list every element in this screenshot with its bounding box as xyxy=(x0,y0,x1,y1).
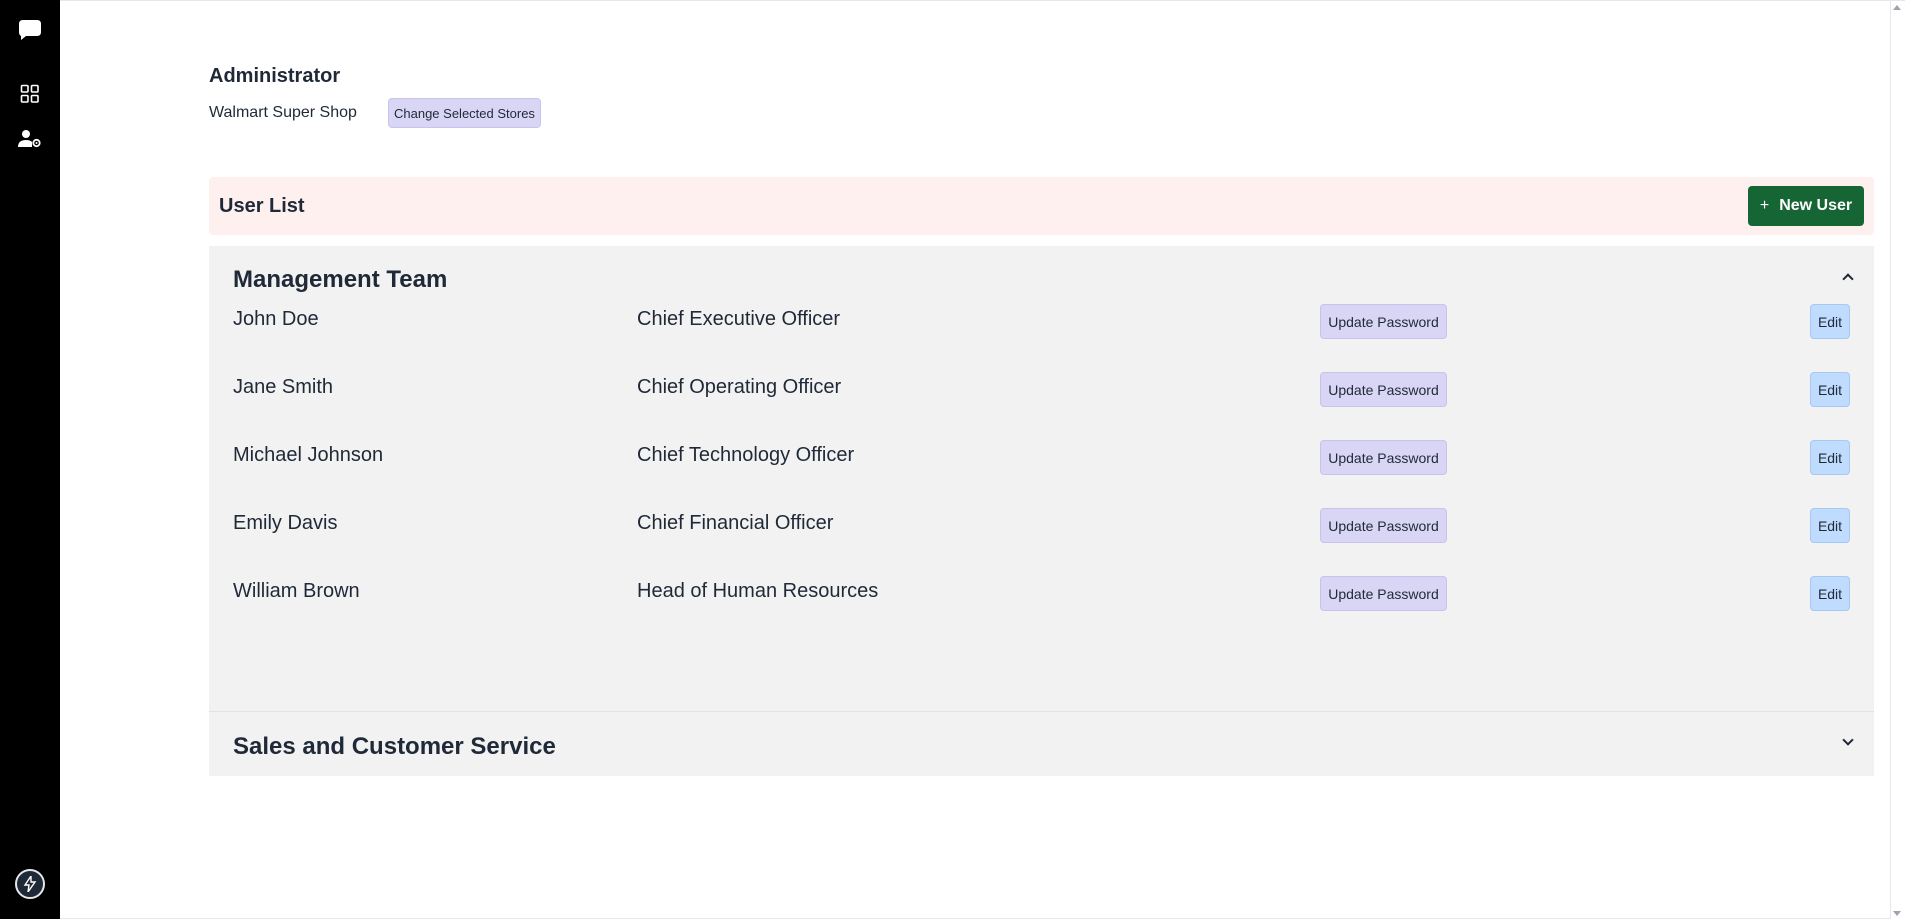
change-selected-stores-button[interactable]: Change Selected Stores xyxy=(388,98,541,128)
update-password-button[interactable]: Update Password xyxy=(1320,508,1447,543)
edit-button[interactable]: Edit xyxy=(1810,372,1850,407)
user-role: Chief Operating Officer xyxy=(637,376,842,398)
edit-button[interactable]: Edit xyxy=(1810,576,1850,611)
main-content: Administrator Walmart Super Shop Change … xyxy=(60,0,1905,919)
store-name: Walmart Super Shop xyxy=(209,104,357,121)
new-user-button[interactable]: + New User xyxy=(1748,186,1864,226)
user-settings-icon[interactable] xyxy=(15,124,45,154)
update-password-button[interactable]: Update Password xyxy=(1320,304,1447,339)
user-role: Chief Technology Officer xyxy=(637,444,855,466)
section-header-sales[interactable]: Sales and Customer Service xyxy=(209,712,1874,776)
page-title: Administrator xyxy=(209,65,341,87)
edit-button[interactable]: Edit xyxy=(1810,440,1850,475)
table-row: Emily Davis Chief Financial Officer Upda… xyxy=(209,508,1874,580)
table-row: Jane Smith Chief Operating Officer Updat… xyxy=(209,372,1874,444)
plus-icon: + xyxy=(1759,197,1770,214)
user-name: Jane Smith xyxy=(233,376,334,398)
sidebar xyxy=(0,0,60,919)
scroll-up-icon[interactable] xyxy=(1893,5,1901,10)
chevron-down-icon[interactable] xyxy=(1842,734,1854,746)
user-name: Emily Davis xyxy=(233,512,338,534)
update-password-button[interactable]: Update Password xyxy=(1320,576,1447,611)
user-list-header: User List + New User xyxy=(209,177,1874,235)
edit-button[interactable]: Edit xyxy=(1810,304,1850,339)
user-role: Chief Financial Officer xyxy=(637,512,834,534)
user-groups-accordion: Management Team John Doe Chief Executive… xyxy=(209,246,1874,776)
section-title: Sales and Customer Service xyxy=(233,733,556,760)
user-role: Chief Executive Officer xyxy=(637,308,841,330)
bolt-avatar-icon[interactable] xyxy=(15,869,45,899)
section-header-management[interactable]: Management Team xyxy=(209,246,1874,306)
table-row: William Brown Head of Human Resources Up… xyxy=(209,576,1874,648)
update-password-button[interactable]: Update Password xyxy=(1320,372,1447,407)
user-name: William Brown xyxy=(233,580,360,602)
user-name: Michael Johnson xyxy=(233,444,384,466)
dashboard-icon[interactable] xyxy=(15,79,45,109)
chat-bubble-icon[interactable] xyxy=(15,15,45,45)
chevron-up-icon[interactable] xyxy=(1842,273,1854,285)
section-title: Management Team xyxy=(233,266,448,293)
table-row: Michael Johnson Chief Technology Officer… xyxy=(209,440,1874,512)
update-password-button[interactable]: Update Password xyxy=(1320,440,1447,475)
user-role: Head of Human Resources xyxy=(637,580,879,602)
edit-button[interactable]: Edit xyxy=(1810,508,1850,543)
management-user-rows: John Doe Chief Executive Officer Update … xyxy=(209,304,1874,711)
new-user-label: New User xyxy=(1779,197,1853,214)
scrollbar[interactable] xyxy=(1890,1,1905,919)
table-row: John Doe Chief Executive Officer Update … xyxy=(209,304,1874,376)
user-list-title: User List xyxy=(219,195,305,217)
user-name: John Doe xyxy=(233,308,319,330)
scroll-down-icon[interactable] xyxy=(1893,911,1901,916)
